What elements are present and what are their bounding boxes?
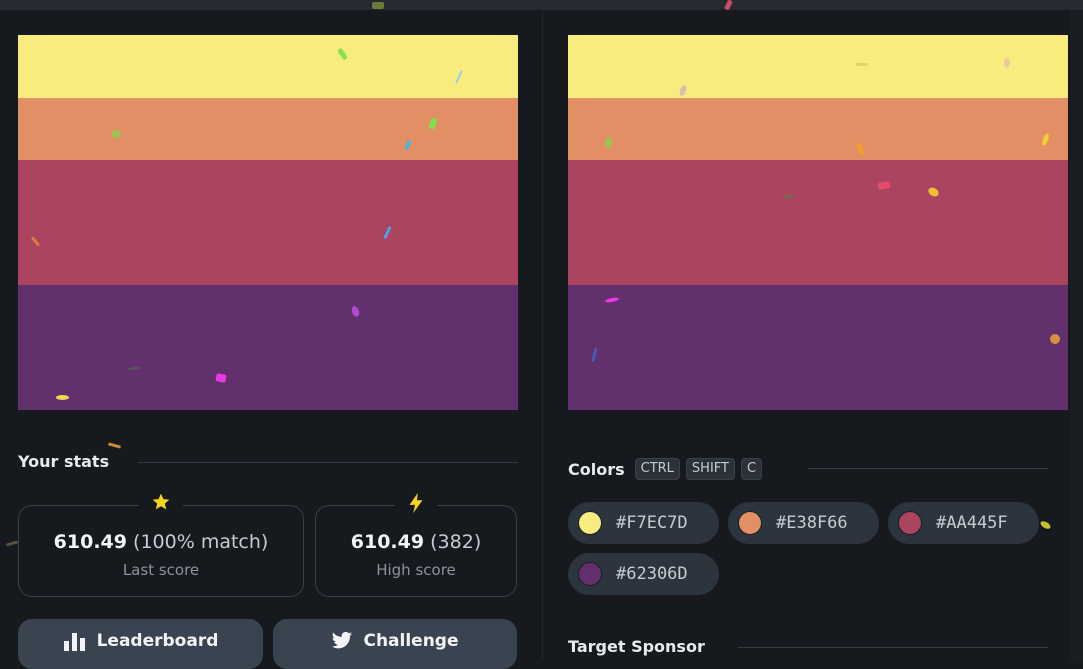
challenge-button[interactable]: Challenge — [273, 619, 517, 669]
confetti-piece — [856, 63, 868, 66]
shortcut-key-ctrl: CTRL — [634, 458, 680, 480]
guess-palette — [18, 35, 518, 410]
color-chip-1[interactable]: #F7EC7D — [568, 502, 719, 544]
confetti-piece — [372, 2, 384, 9]
color-chip-2[interactable]: #E38F66 — [728, 502, 879, 544]
target-band-4 — [568, 285, 1068, 410]
last-score-value: 610.49 (100% match) — [19, 531, 303, 553]
confetti-piece — [56, 395, 69, 400]
stats-heading-text: Your stats — [18, 452, 110, 471]
target-band-2 — [568, 98, 1068, 160]
confetti-piece — [215, 373, 227, 383]
color-swatch-2 — [738, 511, 762, 535]
color-chip-4[interactable]: #62306D — [568, 553, 719, 595]
last-score-label: Last score — [122, 561, 200, 579]
sponsor-heading: Target Sponsor — [568, 637, 705, 656]
high-score-value: 610.49 (382) — [316, 531, 516, 553]
leaderboard-label: Leaderboard — [96, 631, 219, 651]
color-swatch-3 — [898, 511, 922, 535]
confetti-piece — [1004, 58, 1010, 68]
guess-band-4 — [18, 285, 518, 410]
colors-heading: Colors CTRL SHIFT C — [568, 458, 763, 480]
target-palette — [568, 35, 1068, 410]
color-chip-4-label: #62306D — [616, 564, 688, 584]
color-swatch-1 — [578, 511, 602, 535]
lightning-icon — [395, 492, 437, 522]
confetti-piece — [605, 137, 612, 148]
target-band-3 — [568, 160, 1068, 285]
high-score-label: High score — [376, 561, 456, 579]
confetti-piece — [107, 442, 122, 449]
guess-band-3 — [18, 160, 518, 285]
target-band-1 — [568, 35, 1068, 98]
twitter-icon — [331, 631, 353, 656]
scrollbar-track[interactable] — [1070, 10, 1083, 661]
high-score-number: 610.49 — [350, 531, 425, 553]
shortcut-key-c: C — [740, 458, 763, 480]
challenge-label: Challenge — [363, 631, 459, 651]
color-chip-3-label: #AA445F — [936, 513, 1008, 533]
guess-band-2 — [18, 98, 518, 160]
sponsor-heading-text: Target Sponsor — [568, 637, 705, 656]
color-chip-1-label: #F7EC7D — [616, 513, 688, 533]
last-score-number: 610.49 — [53, 531, 127, 553]
bar-chart-icon — [63, 631, 87, 656]
confetti-piece — [112, 130, 121, 138]
stats-heading-rule — [138, 462, 518, 463]
high-score-count: (382) — [430, 531, 482, 553]
star-icon — [139, 492, 183, 520]
shortcut-key-shift: SHIFT — [685, 458, 735, 480]
colors-heading-text: Colors — [568, 459, 625, 479]
stats-heading: Your stats — [18, 452, 109, 471]
confetti-piece — [1039, 519, 1052, 531]
leaderboard-button[interactable]: Leaderboard — [18, 619, 263, 669]
high-score-card: 610.49 (382) High score — [315, 492, 517, 597]
top-bar — [0, 0, 1083, 10]
last-score-match: (100% match) — [133, 531, 269, 553]
color-chip-3[interactable]: #AA445F — [888, 502, 1039, 544]
colors-heading-rule — [808, 468, 1048, 469]
color-chip-2-label: #E38F66 — [776, 513, 848, 533]
last-score-card: 610.49 (100% match) Last score — [18, 492, 304, 597]
color-swatch-4 — [578, 562, 602, 586]
confetti-piece — [5, 540, 19, 547]
confetti-piece — [1050, 334, 1060, 344]
sponsor-heading-rule — [738, 647, 1048, 648]
column-divider — [542, 10, 543, 661]
guess-band-1 — [18, 35, 518, 98]
confetti-piece — [784, 195, 794, 198]
